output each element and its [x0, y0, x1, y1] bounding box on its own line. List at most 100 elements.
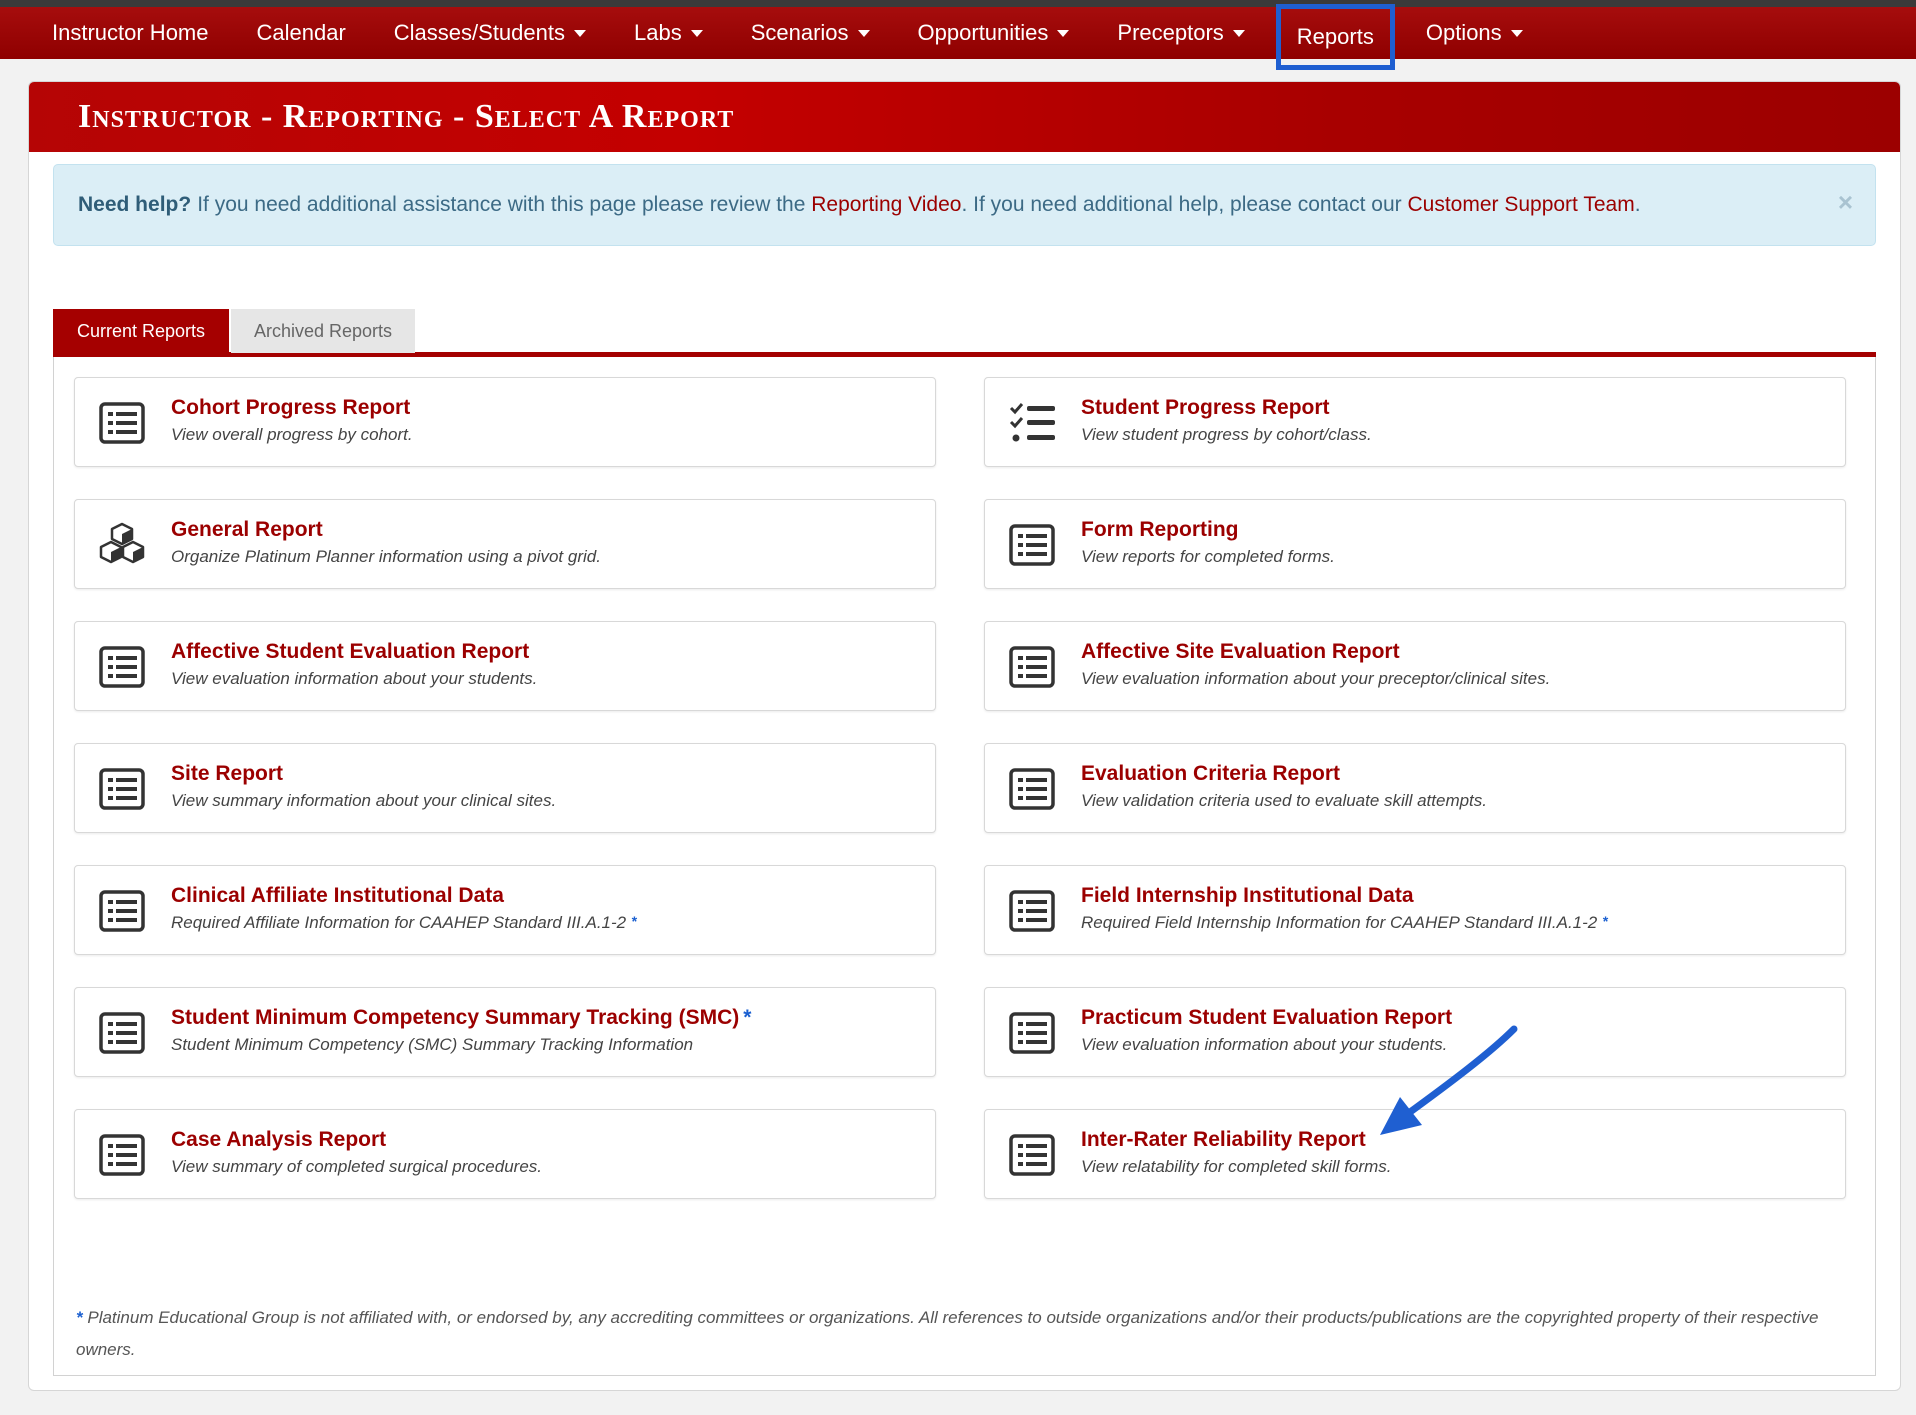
nav-item-label: Instructor Home: [52, 20, 209, 45]
report-card[interactable]: Affective Site Evaluation Report View eva…: [984, 621, 1846, 711]
report-card[interactable]: General Report Organize Platinum Planner …: [74, 499, 936, 589]
report-title-text: Affective Student Evaluation Report: [171, 640, 530, 663]
list-alt-icon: [1007, 1008, 1057, 1058]
cubes-icon: [97, 520, 147, 570]
report-description-text: View validation criteria used to evaluat…: [1081, 791, 1487, 810]
report-card[interactable]: Clinical Affiliate Institutional Data Req…: [74, 865, 936, 955]
reporting-video-link[interactable]: Reporting Video: [811, 193, 961, 217]
report-title-link[interactable]: Field Internship Institutional Data: [1081, 884, 1414, 908]
nav-item-options[interactable]: Options: [1402, 7, 1547, 59]
report-card[interactable]: Student Minimum Competency Summary Track…: [74, 987, 936, 1077]
report-description: View summary information about your clin…: [171, 791, 556, 811]
report-card[interactable]: Form Reporting View reports for completed…: [984, 499, 1846, 589]
nav-item-instructor-home[interactable]: Instructor Home: [28, 7, 233, 59]
report-description-text: View student progress by cohort/class.: [1081, 425, 1372, 444]
report-title-link[interactable]: Inter-Rater Reliability Report: [1081, 1128, 1366, 1152]
nav-item-label: Labs: [633, 20, 682, 45]
nav-item-opportunities[interactable]: Opportunities: [894, 7, 1094, 59]
report-description-text: View relatability for completed skill fo…: [1081, 1157, 1392, 1176]
report-title-text: General Report: [171, 518, 323, 541]
report-card[interactable]: Site Report View summary information abou…: [74, 743, 936, 833]
report-description-text: Required Affiliate Information for CAAHE…: [171, 913, 627, 932]
nav-item-label: Preceptors: [1117, 20, 1224, 45]
report-description: Organize Platinum Planner information us…: [171, 547, 601, 567]
report-description: View summary of completed surgical proce…: [171, 1157, 542, 1177]
caret-down-icon: [1510, 29, 1523, 37]
nav-item-label: Classes/Students: [393, 20, 565, 45]
help-alert: Need help? If you need additional assist…: [53, 164, 1876, 246]
nav-item-label: Opportunities: [917, 20, 1049, 45]
report-tabs: Current Reports Archived Reports: [53, 309, 1876, 357]
nav-item-labs[interactable]: Labs: [610, 7, 727, 59]
report-card[interactable]: Student Progress Report View student prog…: [984, 377, 1846, 467]
report-title-link[interactable]: Student Minimum Competency Summary Track…: [171, 1006, 751, 1030]
close-icon[interactable]: ×: [1838, 187, 1853, 218]
report-title-link[interactable]: Affective Student Evaluation Report: [171, 640, 529, 664]
report-description-text: Required Field Internship Information fo…: [1081, 913, 1598, 932]
list-alt-icon: [97, 1008, 147, 1058]
list-alt-icon: [1007, 642, 1057, 692]
report-description-text: View reports for completed forms.: [1081, 547, 1335, 566]
report-description-text: View evaluation information about your s…: [171, 669, 538, 688]
nav-item-classes-students[interactable]: Classes/Students: [370, 7, 610, 59]
customer-support-link[interactable]: Customer Support Team: [1407, 193, 1634, 217]
report-title-text: Student Progress Report: [1081, 396, 1330, 419]
report-title-link[interactable]: Evaluation Criteria Report: [1081, 762, 1340, 786]
nav-item-label: Reports: [1296, 24, 1374, 49]
report-title-link[interactable]: Student Progress Report: [1081, 396, 1330, 420]
alert-text-2: . If you need additional help, please co…: [961, 193, 1402, 216]
nav-item-reports[interactable]: Reports: [1275, 4, 1395, 70]
report-description: Required Field Internship Information fo…: [1081, 913, 1608, 933]
alert-text-3: .: [1634, 193, 1641, 216]
report-description: View overall progress by cohort.: [171, 425, 413, 445]
nav-item-label: Scenarios: [750, 20, 849, 45]
report-description: View evaluation information about your p…: [1081, 669, 1550, 689]
report-description: View validation criteria used to evaluat…: [1081, 791, 1487, 811]
caret-down-icon: [1232, 29, 1245, 37]
tab-archived-reports[interactable]: Archived Reports: [231, 309, 415, 353]
list-alt-icon: [97, 398, 147, 448]
nav-item-scenarios[interactable]: Scenarios: [727, 7, 894, 59]
annotation-arrow: [1380, 1025, 1518, 1135]
report-description-text: View summary information about your clin…: [171, 791, 557, 810]
tab-current-reports[interactable]: Current Reports: [53, 309, 229, 353]
asterisk-marker: *: [1602, 913, 1608, 929]
nav-item-label: Calendar: [256, 20, 346, 45]
page-title: Instructor - Reporting - Select A Report: [78, 98, 735, 135]
report-title-text: Student Minimum Competency Summary Track…: [171, 1006, 740, 1029]
report-card[interactable]: Affective Student Evaluation Report View …: [74, 621, 936, 711]
alert-lead: Need help?: [78, 193, 192, 216]
report-description-text: View evaluation information about your p…: [1081, 669, 1551, 688]
report-title-text: Form Reporting: [1081, 518, 1239, 541]
report-card[interactable]: Cohort Progress Report View overall progr…: [74, 377, 936, 467]
report-title-link[interactable]: Cohort Progress Report: [171, 396, 410, 420]
report-title-link[interactable]: General Report: [171, 518, 323, 542]
nav-item-preceptors[interactable]: Preceptors: [1093, 7, 1268, 59]
report-title-text: Site Report: [171, 762, 284, 785]
report-title-link[interactable]: Clinical Affiliate Institutional Data: [171, 884, 504, 908]
report-title-text: Field Internship Institutional Data: [1081, 884, 1414, 907]
report-title-link[interactable]: Affective Site Evaluation Report: [1081, 640, 1400, 664]
main-nav: Instructor Home Calendar Classes/Students L…: [0, 4, 1916, 70]
report-description: Student Minimum Competency (SMC) Summary…: [171, 1035, 693, 1055]
report-description: View relatability for completed skill fo…: [1081, 1157, 1392, 1177]
footnote-asterisk: *: [76, 1308, 83, 1327]
report-title-text: Inter-Rater Reliability Report: [1081, 1128, 1366, 1151]
report-title-link[interactable]: Form Reporting: [1081, 518, 1239, 542]
list-alt-icon: [97, 886, 147, 936]
tasks-icon: [1007, 398, 1057, 448]
report-card[interactable]: Field Internship Institutional Data Requi…: [984, 865, 1846, 955]
asterisk-marker: *: [631, 913, 637, 929]
report-card[interactable]: Evaluation Criteria Report View validatio…: [984, 743, 1846, 833]
asterisk-marker: *: [743, 1006, 752, 1029]
panel-header: Instructor - Reporting - Select A Report: [29, 82, 1900, 152]
report-title-link[interactable]: Site Report: [171, 762, 283, 786]
top-navbar: Instructor Home Calendar Classes/Students L…: [0, 0, 1916, 70]
caret-down-icon: [690, 29, 703, 37]
nav-item-calendar[interactable]: Calendar: [233, 7, 370, 59]
report-card[interactable]: Case Analysis Report View summary of comp…: [74, 1109, 936, 1199]
report-title-link[interactable]: Case Analysis Report: [171, 1128, 386, 1152]
list-alt-icon: [97, 764, 147, 814]
list-alt-icon: [97, 642, 147, 692]
report-title-text: Cohort Progress Report: [171, 396, 411, 419]
